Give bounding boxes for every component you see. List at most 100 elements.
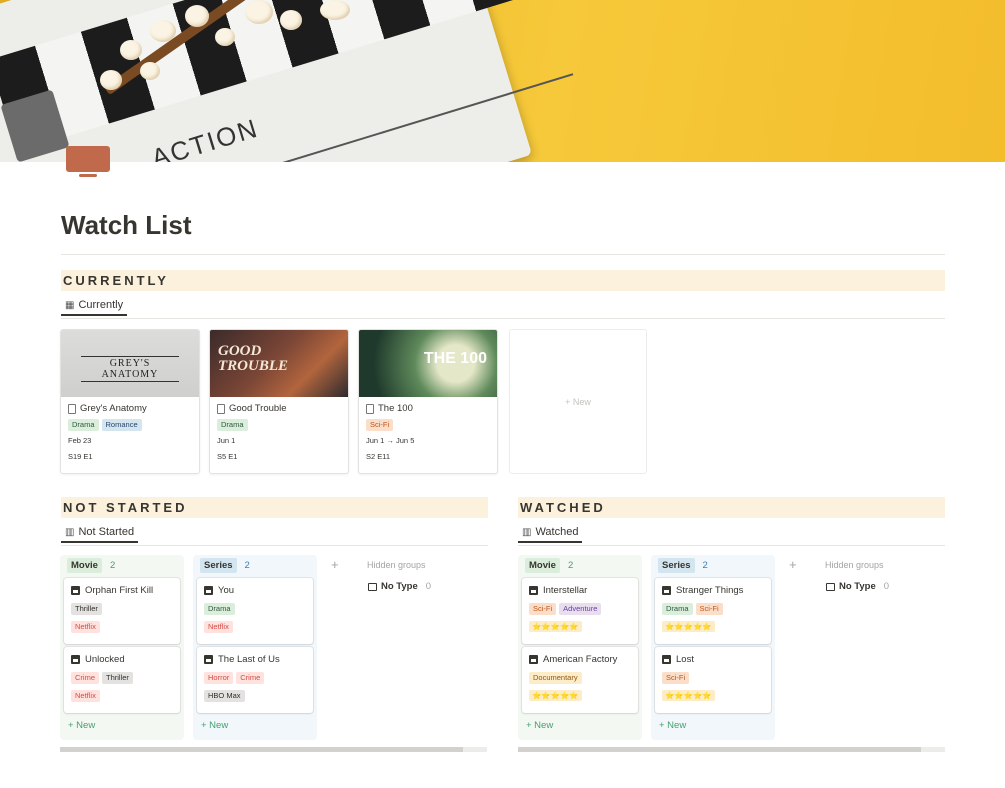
page-icon xyxy=(68,403,76,414)
column-header[interactable]: Series 2 xyxy=(653,555,708,575)
card-title[interactable]: Good Trouble xyxy=(217,403,341,414)
card-title: You xyxy=(204,585,306,596)
card-body: The 100 Sci-Fi Jun 1 → Jun 5 S2 E11 xyxy=(359,397,497,473)
popcorn xyxy=(185,5,209,27)
tab-currently[interactable]: ▦ Currently xyxy=(61,296,128,316)
add-new-button[interactable]: + New xyxy=(526,720,553,731)
popcorn xyxy=(280,10,302,30)
tag: Drama xyxy=(68,419,99,431)
tag-row: HBO Max xyxy=(204,690,306,702)
section-heading-not-started[interactable]: NOT STARTED xyxy=(61,497,488,518)
card-title: Lost xyxy=(662,654,764,665)
rating-row: ⭐⭐⭐⭐⭐ xyxy=(529,690,631,701)
card-title: Unlocked xyxy=(71,654,173,665)
board-card[interactable]: Unlocked Crime Thriller Netflix xyxy=(64,647,180,713)
tag: Sci-Fi xyxy=(366,419,394,431)
clapper-icon xyxy=(529,586,538,595)
card-cover-image: GREY'S ANATOMY xyxy=(61,330,199,397)
card-episode: S5 E1 xyxy=(217,452,238,461)
add-new-button[interactable]: + New xyxy=(68,720,95,731)
card-body: Grey's Anatomy Drama Romance Feb 23 S19 E1 xyxy=(61,397,199,473)
tag: Sci-Fi xyxy=(529,603,557,615)
column-header[interactable]: Movie 2 xyxy=(62,555,115,575)
cover-image[interactable]: ACTION xyxy=(0,0,1005,162)
board-card[interactable]: You Drama Netflix xyxy=(197,578,313,644)
gallery-card[interactable]: THE 100 The 100 Sci-Fi Jun 1 → Jun 5 S2 E11 xyxy=(358,329,498,474)
tag-row: Netflix xyxy=(71,621,173,633)
tag-list: Drama xyxy=(217,419,341,431)
divider xyxy=(518,545,945,546)
board-icon: ▥ xyxy=(522,526,532,538)
tab-not-started[interactable]: ▥ Not Started xyxy=(61,523,139,543)
tag-row: Sci-Fi xyxy=(662,672,764,684)
card-title: Stranger Things xyxy=(662,585,764,596)
board-card[interactable]: Interstellar Sci-Fi Adventure ⭐⭐⭐⭐⭐ xyxy=(522,578,638,644)
gallery-card[interactable]: GREY'S ANATOMY Grey's Anatomy Drama Romance… xyxy=(60,329,200,474)
tag-row: Drama Sci-Fi xyxy=(662,603,764,615)
card-title[interactable]: Grey's Anatomy xyxy=(68,403,192,414)
tag-row: Drama xyxy=(204,603,306,615)
column-header[interactable]: Series 2 xyxy=(195,555,250,575)
tag: Netflix xyxy=(204,621,233,633)
add-new-button[interactable]: + New xyxy=(201,720,228,731)
popcorn xyxy=(150,20,176,42)
tab-watched[interactable]: ▥ Watched xyxy=(518,523,583,543)
tag: Crime xyxy=(236,672,265,684)
tag: Drama xyxy=(217,419,248,431)
scrollbar-thumb[interactable] xyxy=(518,747,921,752)
card-episode: S19 E1 xyxy=(68,452,93,461)
board-card[interactable]: Stranger Things Drama Sci-Fi ⭐⭐⭐⭐⭐ xyxy=(655,578,771,644)
popcorn xyxy=(140,62,160,80)
inbox-icon xyxy=(368,582,377,591)
board-card[interactable]: The Last of Us Horror Crime HBO Max xyxy=(197,647,313,713)
board-card[interactable]: Lost Sci-Fi ⭐⭐⭐⭐⭐ xyxy=(655,647,771,713)
tag: Crime xyxy=(71,672,99,684)
add-group-button[interactable]: + xyxy=(331,557,339,572)
section-heading-currently[interactable]: CURRENTLY xyxy=(61,270,945,291)
tag: Documentary xyxy=(529,672,582,684)
hidden-group-no-type[interactable]: No Type 0 xyxy=(368,581,431,592)
tag-row: Netflix xyxy=(71,690,173,702)
tag: Sci-Fi xyxy=(662,672,690,684)
page-title[interactable]: Watch List xyxy=(61,210,191,241)
tag: Romance xyxy=(101,419,142,431)
section-heading-watched[interactable]: WATCHED xyxy=(518,497,945,518)
gallery-new-button[interactable]: + New xyxy=(509,329,647,474)
tag-row: Netflix xyxy=(204,621,306,633)
card-date: Feb 23 xyxy=(68,436,92,445)
tag: Horror xyxy=(204,672,234,684)
popcorn xyxy=(320,0,350,20)
clapper-icon xyxy=(71,655,80,664)
tag: Sci-Fi xyxy=(695,603,723,615)
no-type-count: 0 xyxy=(883,581,890,592)
card-date: Jun 1 xyxy=(217,436,236,445)
gallery-card[interactable]: GOOD TROUBLE Good Trouble Drama Jun 1 S5 E1 xyxy=(209,329,349,474)
card-episode: S2 E11 xyxy=(366,452,391,461)
card-title-text: Orphan First Kill xyxy=(85,585,154,596)
rating-row: ⭐⭐⭐⭐⭐ xyxy=(662,621,764,632)
card-title[interactable]: The 100 xyxy=(366,403,490,414)
tag-row: Sci-Fi Adventure xyxy=(529,603,631,615)
add-new-button[interactable]: + New xyxy=(659,720,686,731)
popcorn xyxy=(120,40,142,60)
add-group-button[interactable]: + xyxy=(789,557,797,572)
tag: Netflix xyxy=(71,690,100,702)
board-card[interactable]: Orphan First Kill Thriller Netflix xyxy=(64,578,180,644)
board-card[interactable]: American Factory Documentary ⭐⭐⭐⭐⭐ xyxy=(522,647,638,713)
rating-stars: ⭐⭐⭐⭐⭐ xyxy=(662,621,715,632)
popcorn xyxy=(245,0,273,24)
page-icon xyxy=(366,403,374,414)
tag: Adventure xyxy=(559,603,602,615)
tag-list: Sci-Fi xyxy=(366,419,490,431)
column-header[interactable]: Movie 2 xyxy=(520,555,573,575)
group-count: 2 xyxy=(244,559,250,571)
tv-icon[interactable] xyxy=(66,146,110,178)
card-title-text: Unlocked xyxy=(85,654,125,665)
card-title-text: American Factory xyxy=(543,654,618,665)
card-date: Jun 1 → Jun 5 xyxy=(366,436,415,445)
scrollbar-thumb[interactable] xyxy=(60,747,463,752)
board-icon: ▥ xyxy=(65,526,75,538)
hidden-group-no-type[interactable]: No Type 0 xyxy=(826,581,889,592)
card-title: The Last of Us xyxy=(204,654,306,665)
group-count: 2 xyxy=(567,559,574,571)
